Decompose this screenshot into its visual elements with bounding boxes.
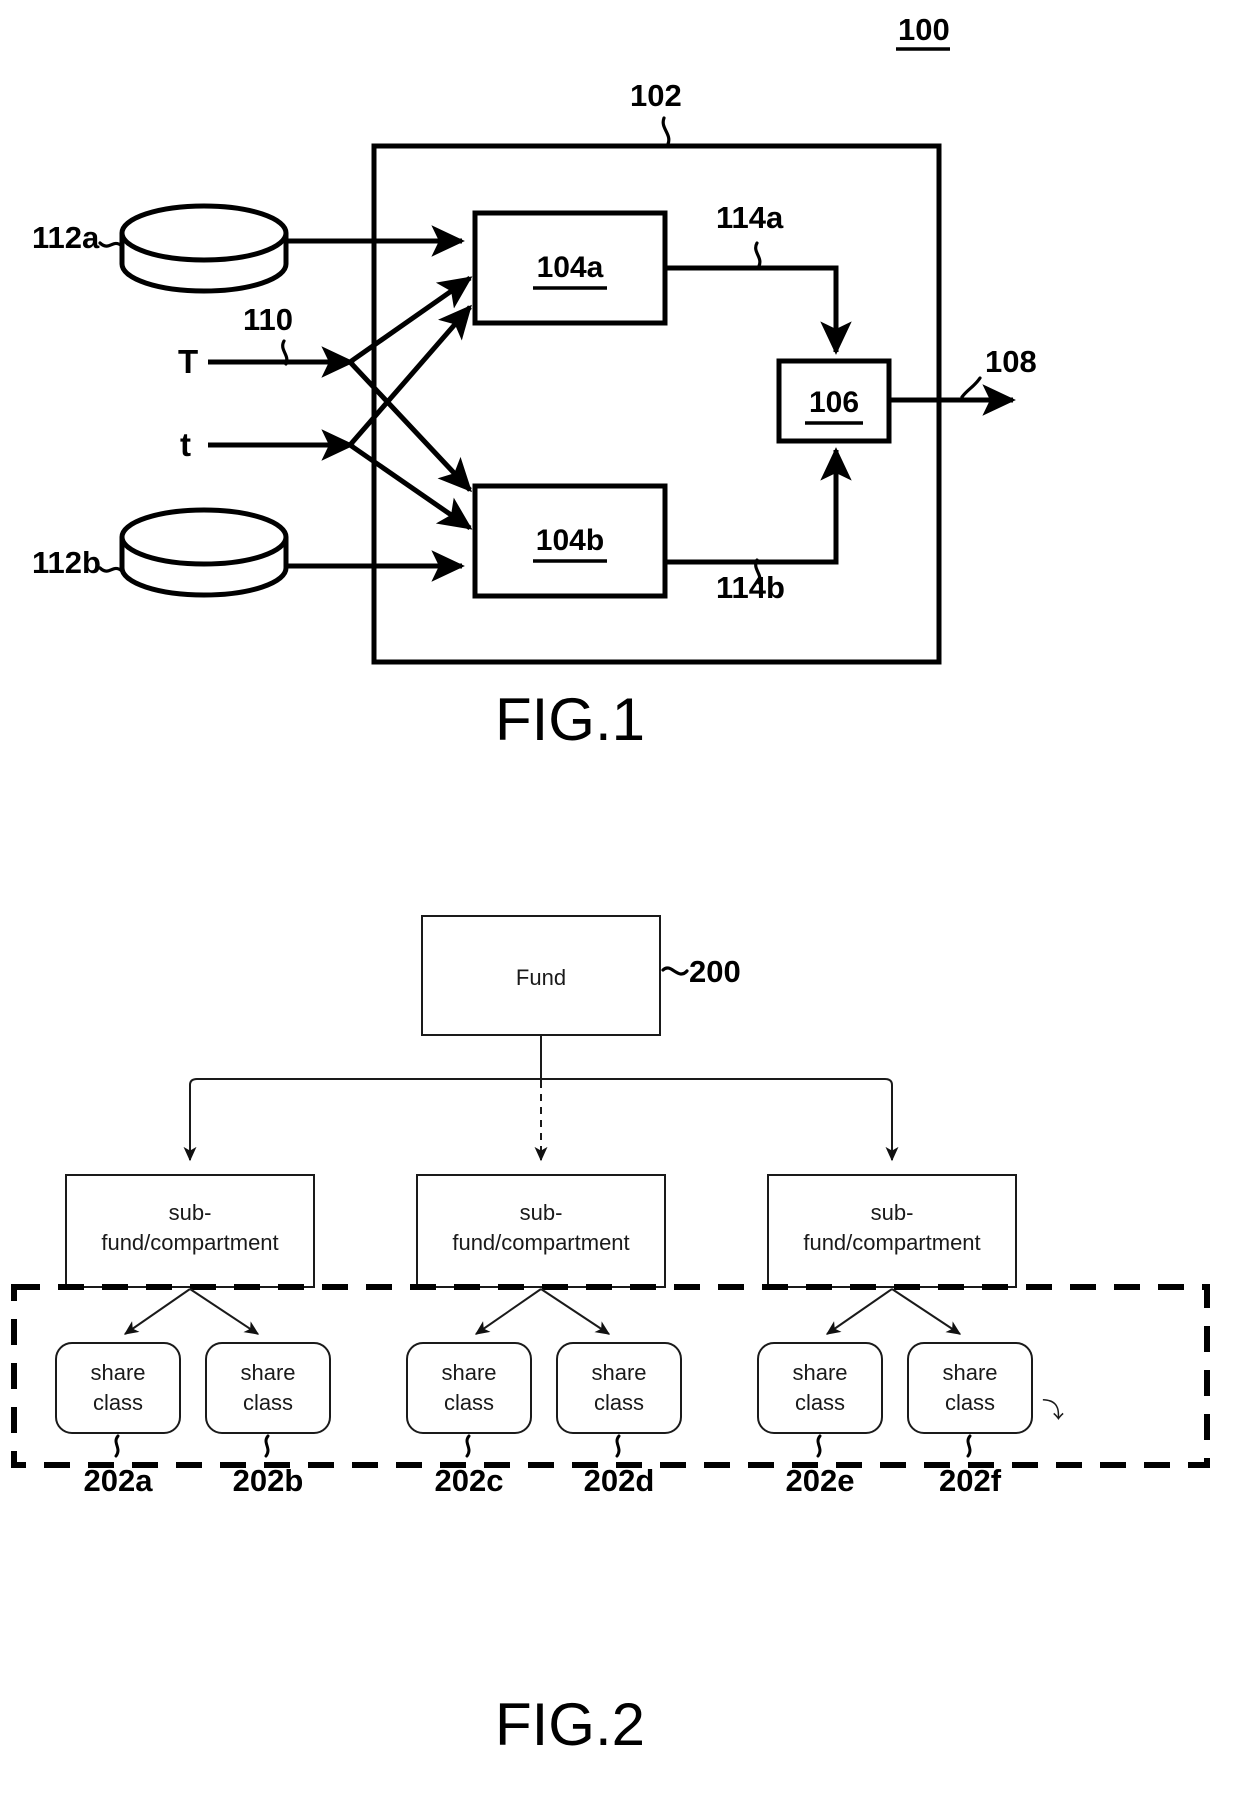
database-112b: 112b xyxy=(32,507,289,598)
share-class-202b-line2: class xyxy=(243,1390,293,1415)
fig2-caption: FIG.2 xyxy=(495,1691,645,1758)
share-class-202b-line1: share xyxy=(240,1360,295,1385)
block-104b: 104b xyxy=(472,483,668,599)
subfund-node-3-label-line2: fund/compartment xyxy=(803,1230,980,1255)
edge-subfund3-to-202e xyxy=(825,1288,893,1335)
ref-108: 108 xyxy=(960,344,1037,399)
share-class-202f-line1: share xyxy=(942,1360,997,1385)
edge-subfund2-to-202c xyxy=(474,1288,542,1335)
ref-200: 200 xyxy=(661,954,741,989)
database-112a: 112a xyxy=(32,203,289,294)
share-class-202c-line1: share xyxy=(441,1360,496,1385)
share-class-202a-line1: share xyxy=(90,1360,145,1385)
edge-104b-to-106 xyxy=(665,447,852,565)
fund-node-label: Fund xyxy=(516,965,566,990)
subfund-node-2: sub- fund/compartment xyxy=(416,1174,666,1288)
fig1-caption: FIG.1 xyxy=(495,686,645,753)
edge-subfund2-to-202d xyxy=(540,1288,611,1335)
grouping-marker-icon: ⤵ xyxy=(1042,1398,1064,1423)
ref-112b-text: 112b xyxy=(32,545,101,580)
share-class-node-202e: share class 202e xyxy=(757,1342,883,1498)
subfund-node-1-label-line1: sub- xyxy=(169,1200,212,1225)
share-class-202a-line2: class xyxy=(93,1390,143,1415)
subfund-node-2-label-line2: fund/compartment xyxy=(452,1230,629,1255)
block-106-label: 106 xyxy=(809,386,859,419)
share-class-202c-line2: class xyxy=(444,1390,494,1415)
ref-114a-text: 114a xyxy=(716,200,784,235)
block-106: 106 xyxy=(776,358,892,444)
share-class-node-202b: share class 202b xyxy=(205,1342,331,1498)
ref-202a-text: 202a xyxy=(84,1463,154,1498)
ref-102: 102 xyxy=(630,78,682,146)
edge-subfund1-to-202a xyxy=(123,1288,191,1335)
block-104a: 104a xyxy=(472,210,668,326)
edge-subfund3-to-202f xyxy=(891,1288,962,1335)
ref-100-text: 100 xyxy=(898,12,950,47)
edge-t-to-104b xyxy=(348,442,473,531)
ref-114b: 114b xyxy=(716,558,785,605)
subfund-node-1-label-line2: fund/compartment xyxy=(101,1230,278,1255)
ref-114b-text: 114b xyxy=(716,570,785,605)
share-class-202e-line1: share xyxy=(792,1360,847,1385)
figures-canvas: 100 102 112a 112b 110 T t 104a 104b 114a… xyxy=(11,12,1210,1758)
share-class-node-202f: share class 202f xyxy=(907,1342,1033,1498)
block-104b-label: 104b xyxy=(536,524,604,557)
share-class-202e-line2: class xyxy=(795,1390,845,1415)
fund-node-200: Fund xyxy=(421,915,661,1036)
edge-104a-to-106 xyxy=(665,265,852,355)
ref-100: 100 xyxy=(896,12,950,51)
subfund-node-1: sub- fund/compartment xyxy=(65,1174,315,1288)
edge-subfund1-to-202b xyxy=(189,1288,260,1335)
ref-200-text: 200 xyxy=(689,954,741,989)
input-label-T: T xyxy=(178,343,198,380)
ref-112a-text: 112a xyxy=(32,220,100,255)
ref-202c-text: 202c xyxy=(435,1463,504,1498)
share-class-202d-line1: share xyxy=(591,1360,646,1385)
ref-102-text: 102 xyxy=(630,78,682,113)
block-104a-label: 104a xyxy=(537,251,604,284)
figure-2-group: Fund 200 sub- fund/compartment sub- fund… xyxy=(11,915,1210,1758)
share-class-node-202a: share class 202a xyxy=(55,1342,181,1498)
share-class-node-202c: share class 202c xyxy=(406,1342,532,1498)
ref-110: 110 xyxy=(243,302,293,366)
ref-110-text: 110 xyxy=(243,302,293,337)
edge-T-to-104a xyxy=(348,275,473,365)
share-class-202f-line2: class xyxy=(945,1390,995,1415)
share-class-node-202d: share class 202d xyxy=(556,1342,682,1498)
figure-1-group: 100 102 112a 112b 110 T t 104a 104b 114a… xyxy=(32,12,1037,753)
subfund-node-2-label-line1: sub- xyxy=(520,1200,563,1225)
input-label-t: t xyxy=(180,426,191,463)
ref-108-text: 108 xyxy=(985,344,1037,379)
subfund-node-3-label-line1: sub- xyxy=(871,1200,914,1225)
subfund-node-3: sub- fund/compartment xyxy=(767,1174,1017,1288)
ref-202e-text: 202e xyxy=(786,1463,855,1498)
share-class-202d-line2: class xyxy=(594,1390,644,1415)
ref-114a: 114a xyxy=(716,200,784,268)
ref-202f-text: 202f xyxy=(939,1463,1002,1498)
ref-202b-text: 202b xyxy=(233,1463,304,1498)
ref-202d-text: 202d xyxy=(584,1463,655,1498)
patent-drawing-sheet: 100 102 112a 112b 110 T t 104a 104b 114a… xyxy=(0,0,1240,1795)
